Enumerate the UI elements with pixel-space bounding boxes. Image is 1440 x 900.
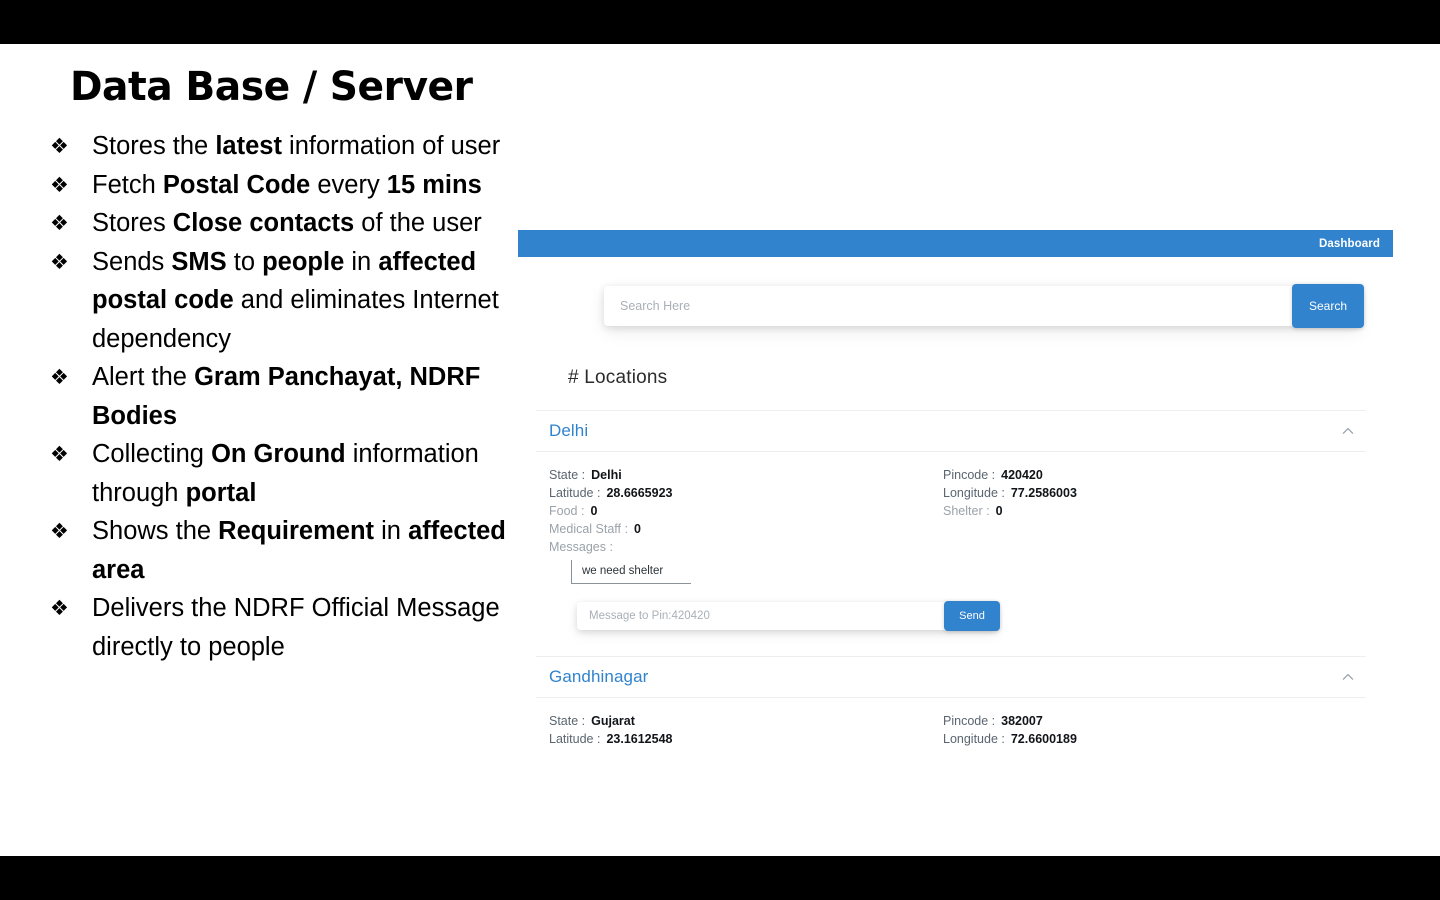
bullet-marker-icon: ❖ <box>50 249 69 274</box>
page-title: Data Base / Server <box>70 64 473 110</box>
location-longitude-label: Longitude : <box>943 486 1005 500</box>
grid-spacer <box>943 520 1353 538</box>
location-longitude: Longitude : 77.2586003 <box>943 484 1353 502</box>
locations-heading: # Locations <box>568 367 668 388</box>
location-latitude-value: 23.1612548 <box>606 732 673 746</box>
location-card: Delhi State : Delhi Pincode : 420420 Latitude… <box>536 410 1366 656</box>
slide-canvas: Data Base / Server ❖ Stores the latest in… <box>0 44 1440 856</box>
bullet-item: ❖ Stores the latest information of user <box>44 127 524 166</box>
bullet-marker-icon: ❖ <box>50 211 69 235</box>
messages-label: Messages : <box>549 540 613 554</box>
bullet-item-label: Fetch Postal Code every 15 mins <box>92 170 482 199</box>
bullet-marker-icon: ❖ <box>50 172 69 197</box>
card-spacer <box>549 630 1353 656</box>
location-header[interactable]: Gandhinagar <box>536 657 1366 698</box>
app-screenshot: Dashboard Search # Locations DelhiState … <box>518 230 1393 780</box>
location-latitude-label: Latitude : <box>549 486 601 500</box>
bullet-item-label: Delivers the NDRF Official Message direc… <box>92 594 500 661</box>
location-food-value: 0 <box>590 504 598 518</box>
bullet-list: ❖ Stores the latest information of user ❖ F… <box>44 127 524 666</box>
message-compose-input[interactable] <box>577 602 944 630</box>
location-latitude-label: Latitude : <box>549 732 601 746</box>
location-latitude: Latitude : 28.6665923 <box>549 484 943 502</box>
location-pincode: Pincode : 382007 <box>943 712 1353 730</box>
slide-root: Data Base / Server ❖ Stores the latest in… <box>0 0 1440 900</box>
app-topbar: Dashboard <box>518 230 1393 257</box>
location-longitude-label: Longitude : <box>943 732 1005 746</box>
location-food-label: Food : <box>549 504 585 518</box>
location-medical-staff: Medical Staff : 0 <box>549 520 943 538</box>
bullet-item-label: Collecting On Ground information through… <box>92 440 479 507</box>
bullet-item: ❖ Collecting On Ground information throug… <box>44 435 524 512</box>
bullet-item: ❖ Alert the Gram Panchayat, NDRF Bodies <box>44 358 524 435</box>
location-name-label: Gandhinagar <box>549 667 649 686</box>
location-body: State : Gujarat Pincode : 382007 Latitude : 2… <box>536 698 1366 748</box>
location-shelter: Shelter : 0 <box>943 502 1353 520</box>
bullet-item: ❖ Stores Close contacts of the user <box>44 204 524 243</box>
location-pincode-label: Pincode : <box>943 714 996 728</box>
location-pincode-label: Pincode : <box>943 468 996 482</box>
location-details-grid: State : Gujarat Pincode : 382007 Latitude : 2… <box>549 712 1353 748</box>
location-card: Gandhinagar State : Gujarat Pincode : 382007… <box>536 656 1366 748</box>
letterbox-top <box>0 0 1440 44</box>
search-card: Search <box>604 284 1364 328</box>
location-state-value: Delhi <box>591 468 622 482</box>
location-state: State : Delhi <box>549 466 943 484</box>
locations-list: Delhi State : Delhi Pincode : 420420 Latitude… <box>536 410 1366 748</box>
bullet-marker-icon: ❖ <box>50 519 69 543</box>
bullet-item-label: Shows the Requirement in affected area <box>92 517 506 584</box>
message-item: we need shelter <box>571 560 691 584</box>
location-state-label: State : <box>549 714 586 728</box>
location-name-label: Delhi <box>549 421 589 440</box>
bullet-marker-icon: ❖ <box>50 442 69 466</box>
location-latitude: Latitude : 23.1612548 <box>549 730 943 748</box>
bullet-item-label: Stores Close contacts of the user <box>92 209 482 237</box>
location-state: State : Gujarat <box>549 712 943 730</box>
location-pincode-value: 382007 <box>1001 714 1043 728</box>
bullet-marker-icon: ❖ <box>50 596 69 620</box>
letterbox-bottom <box>0 856 1440 900</box>
location-pincode-value: 420420 <box>1001 468 1043 482</box>
bullet-item-label: Alert the Gram Panchayat, NDRF Bodies <box>92 363 481 430</box>
bullet-item-label: Sends SMS to people in affected postal c… <box>92 247 499 353</box>
location-longitude-value: 72.6600189 <box>1010 732 1077 746</box>
bullet-item: ❖ Fetch Postal Code every 15 mins <box>44 166 524 205</box>
location-shelter-value: 0 <box>995 504 1003 518</box>
location-pincode: Pincode : 420420 <box>943 466 1353 484</box>
search-button[interactable]: Search <box>1292 284 1364 328</box>
location-longitude-value: 77.2586003 <box>1010 486 1077 500</box>
dashboard-brand-label[interactable]: Dashboard <box>1319 238 1380 250</box>
search-input[interactable] <box>604 286 1292 326</box>
location-header[interactable]: Delhi <box>536 411 1366 452</box>
location-food: Food : 0 <box>549 502 943 520</box>
location-state-label: State : <box>549 468 586 482</box>
location-medical-staff-label: Medical Staff : <box>549 522 628 536</box>
send-button[interactable]: Send <box>944 601 1000 631</box>
chevron-up-icon[interactable] <box>1340 423 1356 439</box>
location-longitude: Longitude : 72.6600189 <box>943 730 1353 748</box>
bullet-item: ❖ Delivers the NDRF Official Message dire… <box>44 589 524 666</box>
bullet-item: ❖ Shows the Requirement in affected area <box>44 512 524 589</box>
bullet-item: ❖ Sends SMS to people in affected postal … <box>44 243 524 359</box>
bullet-marker-icon: ❖ <box>50 365 69 389</box>
chevron-up-icon[interactable] <box>1340 669 1356 685</box>
location-latitude-value: 28.6665923 <box>606 486 673 500</box>
location-details-grid: State : Delhi Pincode : 420420 Latitude : 28.… <box>549 466 1353 538</box>
location-shelter-label: Shelter : <box>943 504 990 518</box>
location-state-value: Gujarat <box>591 714 635 728</box>
location-medical-staff-value: 0 <box>633 522 641 536</box>
message-compose-bar: Send <box>577 601 1000 631</box>
location-body: State : Delhi Pincode : 420420 Latitude : 28.… <box>536 452 1366 656</box>
bullet-marker-icon: ❖ <box>50 134 69 158</box>
bullet-item-label: Stores the latest information of user <box>92 132 501 160</box>
